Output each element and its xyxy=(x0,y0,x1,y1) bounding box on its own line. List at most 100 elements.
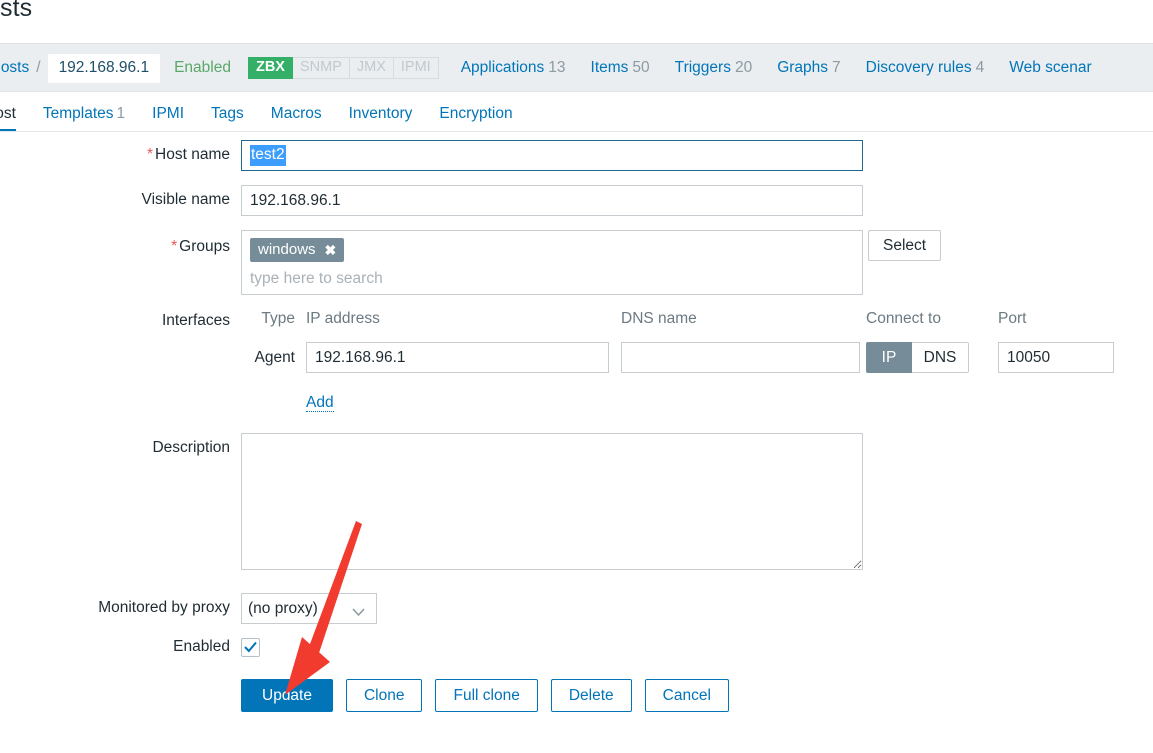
groups-search-input[interactable]: type here to search xyxy=(250,270,854,288)
required-marker-groups: * xyxy=(171,238,178,255)
field-row-proxy: Monitored by proxy (no proxy) xyxy=(0,593,1153,624)
interface-ip-cell xyxy=(306,342,621,373)
interfaces-add-wrap: Add xyxy=(306,394,1118,412)
tab-tags[interactable]: Tags xyxy=(211,105,244,132)
clone-button[interactable]: Clone xyxy=(345,679,423,712)
tab-inventory-label: Inventory xyxy=(348,105,413,122)
interface-availability-group: ZBX SNMP JMX IPMI xyxy=(247,57,439,79)
tab-templates[interactable]: Templates 1 xyxy=(43,105,125,132)
enabled-checkbox[interactable] xyxy=(241,638,260,657)
tab-inventory[interactable]: Inventory xyxy=(349,105,413,132)
tab-host[interactable]: Host xyxy=(0,105,16,132)
object-link-applications-count: 13 xyxy=(548,59,566,76)
group-chip-label: windows xyxy=(258,241,316,258)
object-link-items[interactable]: Items 50 xyxy=(591,59,650,77)
groups-select-button[interactable]: Select xyxy=(868,230,942,261)
groups-multiselect[interactable]: windows ✖ type here to search xyxy=(241,230,863,295)
object-link-graphs-label[interactable]: Graphs xyxy=(777,59,828,76)
object-link-web-scenarios[interactable]: Web scenar xyxy=(1009,59,1091,77)
badge-ipmi[interactable]: IPMI xyxy=(393,57,439,79)
field-row-footer: Update Clone Full clone Delete Cancel xyxy=(0,679,1153,712)
object-link-web-scenarios-label[interactable]: Web scenar xyxy=(1009,59,1091,76)
proxy-select[interactable]: (no proxy) xyxy=(241,593,377,624)
interfaces-table-header: Type IP address DNS name Connect to Port xyxy=(241,310,1118,328)
header-type: Type xyxy=(261,310,295,327)
field-row-description: Description xyxy=(0,433,1153,570)
header-ip-address: IP address xyxy=(306,310,380,327)
tabs-divider xyxy=(0,131,1153,132)
interfaces-label: Interfaces xyxy=(161,312,230,329)
host-configuration-form: *Host name test2 Visible name *Groups wi… xyxy=(0,140,1153,712)
tab-macros[interactable]: Macros xyxy=(271,105,322,132)
host-name-input[interactable]: test2 xyxy=(241,140,863,171)
object-link-triggers-count: 20 xyxy=(734,59,753,76)
proxy-label: Monitored by proxy xyxy=(98,599,230,616)
breadcrumb-all-hosts[interactable]: ll hosts xyxy=(0,59,29,77)
check-icon xyxy=(244,641,257,653)
interface-type-agent: Agent xyxy=(254,348,295,366)
description-textarea[interactable] xyxy=(241,433,863,570)
object-link-items-label[interactable]: Items xyxy=(591,59,629,76)
cancel-button[interactable]: Cancel xyxy=(644,679,729,712)
tab-tags-label: Tags xyxy=(211,105,244,122)
object-link-applications-label[interactable]: Applications xyxy=(461,59,545,76)
proxy-select-wrap: (no proxy) xyxy=(241,593,377,624)
interface-port-input[interactable] xyxy=(998,342,1114,373)
field-row-interfaces: Interfaces Type IP address DNS name Conn… xyxy=(0,310,1153,412)
badge-zbx[interactable]: ZBX xyxy=(247,57,293,79)
visible-name-input[interactable] xyxy=(241,185,863,216)
group-chip-windows[interactable]: windows ✖ xyxy=(250,238,345,262)
host-status-link[interactable]: Enabled xyxy=(174,59,231,77)
breadcrumb-separator: / xyxy=(36,59,41,76)
groups-label-text: Groups xyxy=(179,238,230,255)
header-port: Port xyxy=(998,310,1027,327)
update-button[interactable]: Update xyxy=(241,679,333,712)
badge-jmx[interactable]: JMX xyxy=(349,57,394,79)
host-name-label-text: Host name xyxy=(155,146,230,163)
interface-dns-cell xyxy=(621,342,866,373)
tab-encryption-label: Encryption xyxy=(439,105,513,122)
tab-host-label: Host xyxy=(0,105,16,122)
add-interface-link[interactable]: Add xyxy=(306,394,334,412)
breadcrumb-host-name: 192.168.96.1 xyxy=(47,53,161,83)
field-row-enabled: Enabled xyxy=(0,638,1153,657)
host-name-value: test2 xyxy=(250,145,286,166)
required-marker-host-name: * xyxy=(147,146,154,163)
connect-to-toggle: IP DNS xyxy=(866,342,998,373)
object-link-graphs-count: 7 xyxy=(832,59,841,76)
interface-row: Agent IP DNS xyxy=(241,342,1118,373)
field-row-visible-name: Visible name xyxy=(0,185,1153,216)
interface-ip-input[interactable] xyxy=(306,342,609,373)
full-clone-button[interactable]: Full clone xyxy=(435,679,538,712)
object-link-items-count: 50 xyxy=(632,59,650,76)
description-label: Description xyxy=(152,439,230,456)
tab-encryption[interactable]: Encryption xyxy=(439,105,512,132)
tab-macros-label: Macros xyxy=(270,105,322,122)
badge-snmp[interactable]: SNMP xyxy=(292,57,350,79)
field-row-groups: * Groups windows ✖ type here to search Se… xyxy=(0,230,1153,295)
header-dns-name: DNS name xyxy=(621,310,697,327)
connect-to-dns-option[interactable]: DNS xyxy=(912,342,969,373)
object-link-discovery-rules-count: 4 xyxy=(975,59,985,76)
page-title: osts xyxy=(0,0,33,22)
tab-ipmi-label: IPMI xyxy=(152,105,185,122)
object-link-applications[interactable]: Applications 13 xyxy=(461,59,566,77)
groups-label: * Groups xyxy=(0,230,241,257)
tab-templates-count: 1 xyxy=(116,105,126,122)
close-icon[interactable]: ✖ xyxy=(325,243,337,257)
object-link-triggers[interactable]: Triggers 20 xyxy=(675,59,753,77)
form-actions: Update Clone Full clone Delete Cancel xyxy=(241,679,729,712)
object-link-discovery-rules-label[interactable]: Discovery rules xyxy=(866,59,972,76)
object-link-discovery-rules[interactable]: Discovery rules 4 xyxy=(866,59,985,77)
visible-name-label: Visible name xyxy=(141,191,230,208)
host-form-tabs: Host Templates1 IPMI Tags Macros Invento… xyxy=(0,96,540,132)
connect-to-ip-option[interactable]: IP xyxy=(866,342,912,373)
tab-templates-label: Templates xyxy=(42,105,114,122)
tab-ipmi[interactable]: IPMI xyxy=(152,105,184,132)
delete-button[interactable]: Delete xyxy=(550,679,632,712)
interface-port-cell xyxy=(998,342,1118,373)
object-link-graphs[interactable]: Graphs 7 xyxy=(777,59,840,77)
interface-dns-input[interactable] xyxy=(621,342,860,373)
object-link-triggers-label[interactable]: Triggers xyxy=(675,59,731,76)
interfaces-table: Type IP address DNS name Connect to Port… xyxy=(241,310,1118,412)
